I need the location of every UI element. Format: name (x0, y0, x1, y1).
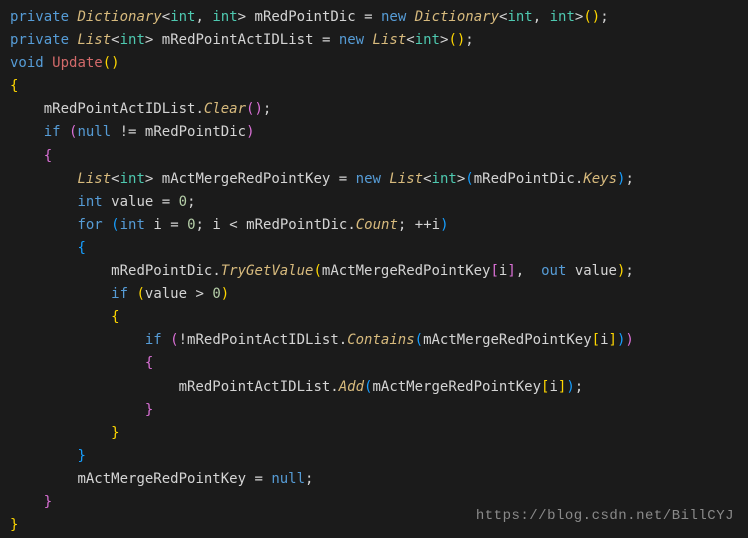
watermark-text: https://blog.csdn.net/BillCYJ (476, 505, 734, 528)
var-mredpointdic: mRedPointDic (255, 9, 356, 25)
var-mredpointactidlist: mRedPointActIDList (162, 32, 314, 48)
kw-private: private (10, 9, 69, 25)
prop-count: Count (356, 217, 398, 233)
type-dictionary: Dictionary (77, 9, 161, 25)
prop-keys: Keys (583, 171, 617, 187)
var-mactmergeredpointkey: mActMergeRedPointKey (162, 171, 331, 187)
method-update: Update (52, 55, 103, 71)
method-clear: Clear (204, 101, 246, 117)
type-list: List (77, 32, 111, 48)
method-trygetvalue: TryGetValue (221, 263, 314, 279)
method-add: Add (339, 379, 364, 395)
method-contains: Contains (347, 332, 414, 348)
code-block: private Dictionary<int, int> mRedPointDi… (10, 6, 738, 537)
